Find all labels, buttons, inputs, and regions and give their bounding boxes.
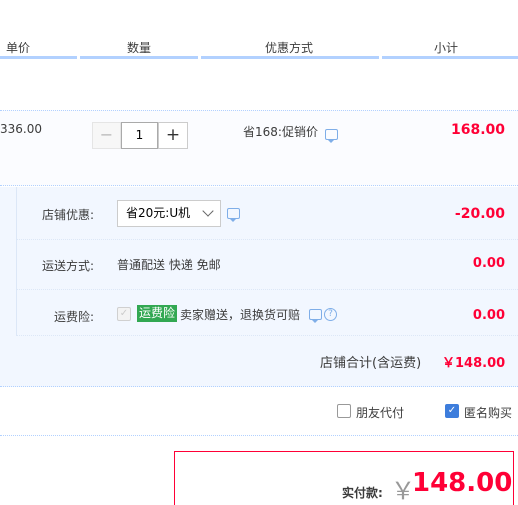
insurance-amount: 0.00 xyxy=(472,308,505,323)
insurance-text: 卖家赠送，退换货可赔 xyxy=(180,308,301,322)
friend-pay-label[interactable]: 朋友代付 xyxy=(356,404,404,421)
chat-bubble-icon[interactable] xyxy=(227,208,240,222)
quantity-increase-button[interactable]: + xyxy=(158,122,188,149)
header-discount: 优惠方式 xyxy=(265,41,314,55)
chevron-down-icon xyxy=(202,205,214,217)
cart-header: 单价 数量 优惠方式 小计 xyxy=(0,0,518,60)
unit-price: 336.00 xyxy=(0,122,42,136)
insurance-label: 运费险: xyxy=(53,310,94,324)
coupon-selected-value: 省20元:U机 xyxy=(126,206,191,220)
coupon-amount: -20.00 xyxy=(454,206,505,222)
chat-bubble-icon[interactable] xyxy=(309,309,322,323)
header-quantity: 数量 xyxy=(127,41,152,55)
shipping-method: 普通配送 快递 免邮 xyxy=(117,258,221,272)
header-unit-price: 单价 xyxy=(6,41,31,55)
header-divider xyxy=(382,56,518,59)
anonymous-checkbox[interactable]: ✓ xyxy=(445,404,459,418)
promo-text: 省168:促销价 xyxy=(243,125,318,139)
item-subtotal: 168.00 xyxy=(450,122,505,138)
cart-item-row xyxy=(0,110,518,186)
insurance-checkbox: ✓ xyxy=(117,307,131,321)
anonymous-label[interactable]: 匿名购买 xyxy=(464,404,512,421)
payment-amount: 148.00 xyxy=(412,468,513,498)
quantity-decrease-button[interactable]: − xyxy=(92,122,121,149)
shop-coupon-select[interactable]: 省20元:U机 xyxy=(117,200,221,227)
coupon-label: 店铺优惠: xyxy=(41,208,94,222)
shipping-amount: 0.00 xyxy=(472,256,505,271)
shipping-label: 运送方式: xyxy=(41,259,94,273)
friend-pay-checkbox[interactable] xyxy=(337,404,351,418)
divider xyxy=(16,289,518,290)
payment-options-row xyxy=(0,388,518,436)
insurance-badge: 运费险 xyxy=(137,305,178,322)
shop-total-value: ￥148.00 xyxy=(442,356,506,371)
payment-label: 实付款: xyxy=(342,486,383,500)
quantity-input[interactable]: 1 xyxy=(121,122,158,149)
chat-bubble-icon[interactable] xyxy=(325,129,338,143)
divider xyxy=(16,239,518,240)
header-divider xyxy=(201,56,379,59)
header-subtotal: 小计 xyxy=(434,41,459,55)
shop-total-label: 店铺合计(含运费) xyxy=(320,356,422,371)
header-divider xyxy=(0,56,77,59)
divider xyxy=(16,335,518,336)
question-icon[interactable]: ? xyxy=(324,308,337,321)
header-divider xyxy=(80,56,198,59)
